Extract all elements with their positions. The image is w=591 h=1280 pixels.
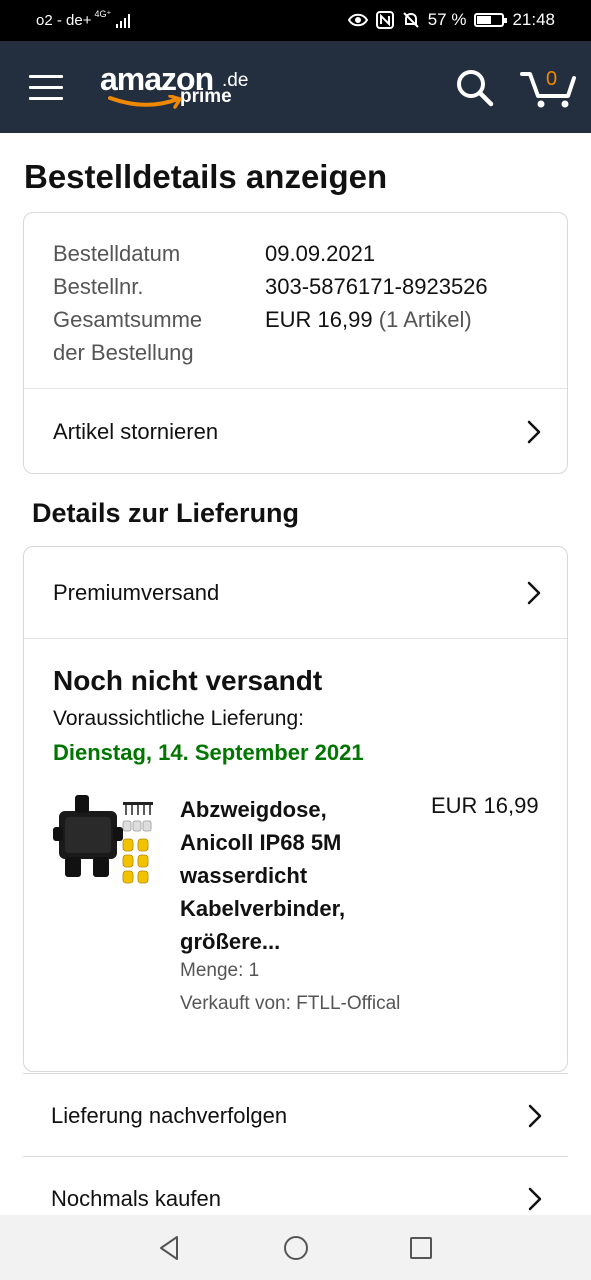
chevron-right-icon: [528, 1187, 542, 1210]
cart-count: 0: [546, 68, 558, 90]
product-title-line: Abzweigdose,: [180, 797, 327, 822]
home-button[interactable]: [281, 1233, 311, 1263]
order-date-row: Bestelldatum 09.09.2021: [53, 237, 488, 270]
cancel-items-link[interactable]: Artikel stornieren: [24, 389, 567, 473]
chevron-right-icon: [528, 1104, 542, 1127]
eye-icon: [347, 13, 368, 27]
order-date-value: 09.09.2021: [265, 241, 376, 266]
battery-icon: [474, 13, 508, 27]
amazon-prime-logo[interactable]: amazon .de prime: [100, 61, 260, 111]
shipping-method-link[interactable]: Premiumversand: [24, 547, 567, 638]
order-info-grid: Bestelldatum 09.09.2021 Bestellnr. 303-5…: [53, 237, 488, 369]
home-circle-icon: [284, 1236, 308, 1260]
status-bar-left: o2 - de+ 4G⁺: [36, 9, 131, 29]
product-title-line: Kabelverbinder,: [180, 896, 346, 921]
divider: [24, 638, 567, 639]
order-total-value: EUR 16,99 (1 Artikel): [265, 303, 472, 369]
buy-again-label: Nochmals kaufen: [51, 1185, 221, 1211]
clock: 21:48: [512, 10, 555, 29]
search-icon: [457, 70, 494, 107]
shipment-status: Noch nicht versandt: [53, 665, 323, 696]
app-header: amazon .de prime 0: [0, 41, 591, 133]
product-quantity: Menge: 1: [180, 960, 260, 981]
order-number-value: 303-5876171-8923526: [265, 274, 488, 299]
order-total-label: Gesamtsumme der Bestellung: [53, 303, 265, 369]
status-bar: o2 - de+ 4G⁺ 57 % 21:48: [0, 0, 591, 41]
carrier-label: o2 - de+: [36, 12, 92, 29]
delivery-section-title: Details zur Lieferung: [32, 498, 300, 528]
recents-button[interactable]: [406, 1233, 436, 1263]
nfc-icon: [375, 11, 394, 29]
battery-percent: 57 %: [427, 10, 467, 29]
order-total-label-line1: Gesamtsumme: [53, 307, 203, 332]
order-total-amount: EUR 16,99: [265, 307, 373, 332]
order-info-card: Bestelldatum 09.09.2021 Bestellnr. 303-5…: [23, 212, 568, 474]
network-type: 4G⁺: [94, 9, 112, 19]
order-number-row: Bestellnr. 303-5876171-8923526: [53, 270, 488, 303]
product-title-line: größere...: [180, 929, 281, 954]
search-button[interactable]: [455, 68, 495, 108]
recents-square-icon: [410, 1237, 432, 1259]
cancel-items-label: Artikel stornieren: [53, 418, 219, 444]
status-bar-right: 57 % 21:48: [347, 10, 555, 30]
product-image[interactable]: [53, 791, 155, 895]
product-title[interactable]: Abzweigdose, Anicoll IP68 5M wasserdicht…: [180, 793, 410, 958]
menu-icon: [29, 75, 63, 78]
back-triangle-icon: [160, 1236, 178, 1260]
mute-bell-icon: [402, 12, 419, 28]
eta-label: Voraussichtliche Lieferung:: [53, 707, 304, 730]
eta-date: Dienstag, 14. September 2021: [53, 740, 364, 765]
product-seller: Verkauft von: FTLL-Offical: [180, 993, 401, 1014]
system-nav-bar: [0, 1215, 591, 1280]
track-package-label: Lieferung nachverfolgen: [51, 1102, 288, 1128]
menu-button[interactable]: [29, 75, 63, 101]
order-total-items: (1 Artikel): [378, 307, 472, 332]
chevron-right-icon: [527, 420, 541, 443]
order-total-row: Gesamtsumme der Bestellung EUR 16,99 (1 …: [53, 303, 488, 369]
product-price: EUR 16,99: [431, 793, 539, 818]
order-number-label: Bestellnr.: [53, 274, 144, 299]
smile-arrow-icon: [108, 95, 182, 109]
delivery-card: Premiumversand Noch nicht versandt Vorau…: [23, 546, 568, 1072]
order-date-label: Bestelldatum: [53, 241, 181, 266]
battery-fill: [477, 16, 492, 24]
product-title-line: Anicoll IP68 5M: [180, 830, 342, 855]
back-button[interactable]: [155, 1233, 185, 1263]
chevron-right-icon: [527, 581, 541, 604]
junction-box-image: [53, 795, 153, 884]
signal-icon: [116, 13, 131, 28]
page-title: Bestelldetails anzeigen: [24, 158, 388, 195]
shipping-method-label: Premiumversand: [53, 579, 220, 605]
cart-button[interactable]: 0: [520, 66, 576, 110]
product-title-line: wasserdicht: [180, 863, 308, 888]
order-total-label-line2: der Bestellung: [53, 340, 194, 365]
track-package-link[interactable]: Lieferung nachverfolgen: [23, 1073, 568, 1157]
